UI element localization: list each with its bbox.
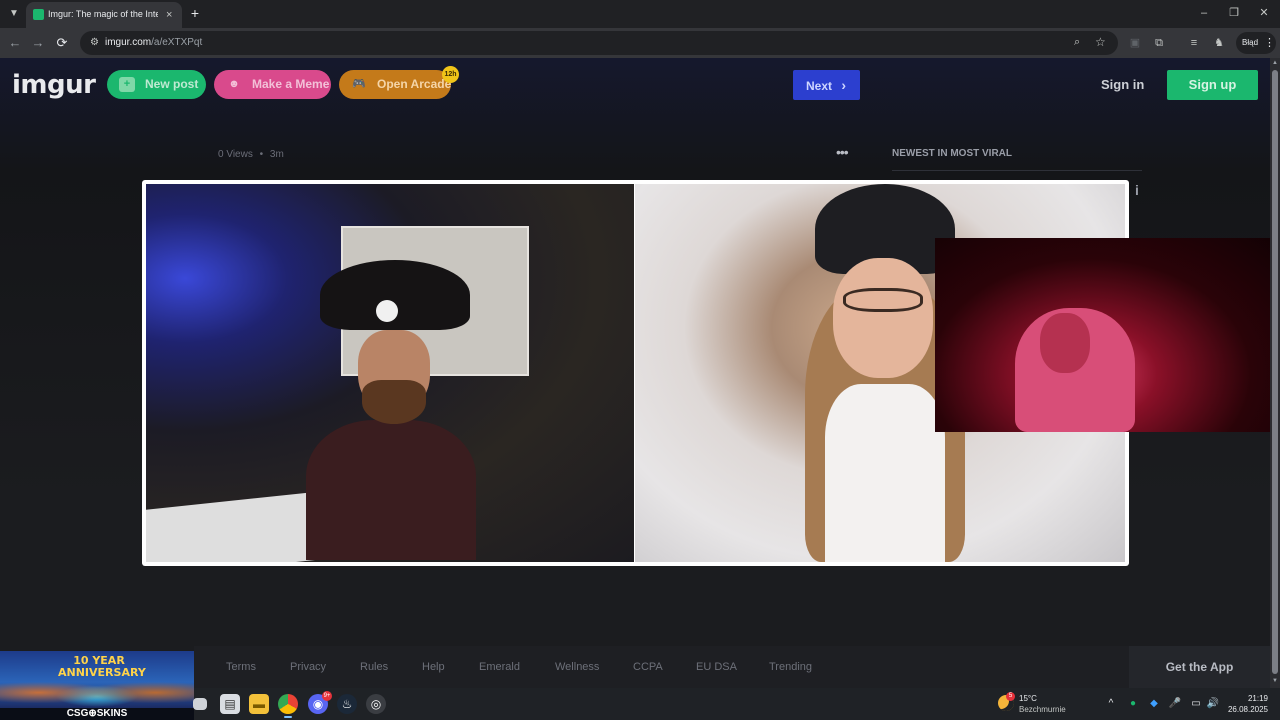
footer-link-help[interactable]: Help — [422, 661, 445, 673]
video-panel-left — [146, 184, 634, 562]
bookmark-star-icon[interactable]: ☆ — [1095, 35, 1106, 49]
extensions-icon[interactable]: ⧉ — [1151, 35, 1167, 51]
ad-anniversary-text: 10 YEAR ANNIVERSARY — [58, 654, 146, 679]
gamepad-icon: 🎮 — [352, 78, 366, 90]
browser-toolbar: ← → ⟳ ⚙ imgur.com/a/eXTXPqt ⌕ ☆ ▣ ⧉ ≡ ♞ … — [0, 28, 1280, 58]
page-footer: Terms Privacy Rules Help Emerald Wellnes… — [194, 646, 1129, 688]
open-arcade-label: Open Arcade — [377, 77, 452, 91]
footer-link-emerald[interactable]: Emerald — [479, 661, 520, 673]
site-info-icon[interactable]: ⚙ — [88, 36, 101, 49]
side-panel-icon[interactable]: ≡ — [1186, 35, 1202, 51]
profile-label: Błąd — [1242, 38, 1259, 47]
chevron-right-icon: › — [841, 77, 847, 93]
tray-chevron-icon[interactable]: ^ — [1104, 698, 1118, 710]
new-post-label: New post — [145, 77, 199, 91]
footer-link-trending[interactable]: Trending — [769, 661, 812, 673]
ad-brand-text: CSG⊕SKINS — [0, 708, 194, 720]
taskbar-clock[interactable]: 21:19 26.08.2025 — [1226, 693, 1268, 715]
sign-up-button[interactable]: Sign up — [1167, 70, 1258, 100]
browser-tab-imgur[interactable]: Imgur: The magic of the Interne × — [26, 2, 182, 28]
csgoskins-ad-banner[interactable]: 10 YEAR ANNIVERSARY CSG⊕SKINS — [0, 651, 194, 720]
meta-separator: • — [259, 149, 264, 160]
make-meme-button[interactable]: ☻ Make a Meme — [214, 70, 331, 99]
scroll-up-icon[interactable]: ▲ — [1271, 60, 1279, 66]
footer-link-rules[interactable]: Rules — [360, 661, 388, 673]
open-arcade-button[interactable]: 🎮 Open Arcade — [339, 70, 451, 99]
footer-link-privacy[interactable]: Privacy — [290, 661, 326, 673]
post-options-icon[interactable]: ••• — [836, 144, 849, 160]
footer-link-ccpa[interactable]: CCPA — [633, 661, 663, 673]
close-window-button[interactable]: ✕ — [1254, 4, 1274, 22]
reload-icon[interactable]: ⟳ — [53, 34, 71, 52]
file-explorer-icon[interactable]: ▬ — [249, 694, 269, 714]
notepad-icon[interactable]: ▤ — [220, 694, 240, 714]
imgur-favicon-icon — [33, 9, 44, 20]
display-icon[interactable]: ▭ — [1189, 698, 1203, 710]
post-age: 3m — [269, 149, 284, 160]
make-meme-label: Make a Meme — [252, 77, 330, 91]
clock-date: 26.08.2025 — [1227, 705, 1268, 714]
microphone-icon[interactable]: 🎤 — [1168, 698, 1182, 710]
scroll-down-icon[interactable]: ▼ — [1271, 678, 1279, 684]
url-path: /a/eXTXPqt — [151, 37, 203, 48]
minimize-window-button[interactable]: – — [1194, 4, 1214, 22]
tab-list-chevron-icon[interactable]: ▼ — [6, 6, 22, 22]
weather-widget[interactable]: 5 15°C Bezchmurnie — [998, 692, 1078, 716]
back-icon[interactable]: ← — [6, 34, 24, 52]
plus-icon: + — [119, 77, 135, 92]
arcade-timer-badge: 12h — [442, 66, 459, 83]
new-tab-button[interactable]: + — [186, 5, 204, 23]
tray-app-icon[interactable]: ● — [1126, 698, 1140, 710]
tray-steam-icon[interactable]: ◆ — [1147, 698, 1161, 710]
browser-menu-icon[interactable]: ⋮ — [1264, 32, 1275, 54]
browser-tab-bar: ▼ Imgur: The magic of the Interne × + – … — [0, 0, 1280, 28]
footer-link-wellness[interactable]: Wellness — [555, 661, 599, 673]
scrollbar-thumb[interactable] — [1272, 70, 1278, 674]
profile-button[interactable]: Błąd ⋮ — [1236, 32, 1276, 54]
cast-icon[interactable]: ▣ — [1127, 35, 1143, 51]
tab-close-icon[interactable]: × — [166, 8, 172, 22]
next-label: Next — [806, 79, 833, 93]
forward-icon[interactable]: → — [29, 34, 47, 52]
imgur-logo[interactable]: imgur — [12, 70, 96, 100]
webcam-overlay — [935, 238, 1280, 432]
discord-badge: 9+ — [322, 691, 332, 701]
clock-time: 21:19 — [1247, 694, 1268, 703]
info-icon[interactable]: i — [1135, 182, 1139, 198]
get-the-app-button[interactable]: Get the App — [1129, 646, 1270, 688]
obs-icon[interactable]: ◎ — [366, 694, 386, 714]
next-post-button[interactable]: Next › — [793, 70, 860, 100]
discord-icon[interactable]: ◉ 9+ — [308, 691, 332, 714]
view-count: 0 Views — [218, 149, 253, 160]
sign-in-link[interactable]: Sign in — [1101, 77, 1144, 92]
address-bar[interactable]: ⚙ imgur.com/a/eXTXPqt ⌕ ☆ — [80, 31, 1118, 55]
meme-face-icon: ☻ — [228, 78, 240, 90]
extension-avatar-icon[interactable]: ♞ — [1211, 35, 1227, 51]
url-domain: imgur.com — [105, 37, 152, 48]
chrome-icon[interactable] — [278, 694, 298, 718]
tab-title: Imgur: The magic of the Interne — [48, 9, 158, 19]
post-meta: 0 Views • 3m — [218, 149, 284, 160]
zoom-icon[interactable]: ⌕ — [1074, 36, 1080, 49]
page-scrollbar[interactable]: ▲ ▼ — [1270, 58, 1280, 688]
new-post-button[interactable]: + New post — [107, 70, 206, 99]
footer-link-terms[interactable]: Terms — [226, 661, 256, 673]
url-text[interactable]: imgur.com/a/eXTXPqt — [105, 37, 202, 48]
weather-badge: 5 — [1006, 692, 1015, 701]
sidebar-heading: NEWEST IN MOST VIRAL — [892, 148, 1142, 171]
pirate-streamer-image — [296, 260, 486, 560]
restore-window-button[interactable]: ❐ — [1224, 4, 1244, 22]
task-view-icon[interactable] — [193, 698, 207, 710]
steam-icon[interactable]: ♨ — [337, 694, 357, 714]
volume-icon[interactable]: 🔊 — [1206, 698, 1220, 710]
footer-link-eu-dsa[interactable]: EU DSA — [696, 661, 737, 673]
weather-temp: 15°C — [1019, 694, 1037, 703]
weather-location: Bezchmurnie — [1019, 705, 1066, 714]
